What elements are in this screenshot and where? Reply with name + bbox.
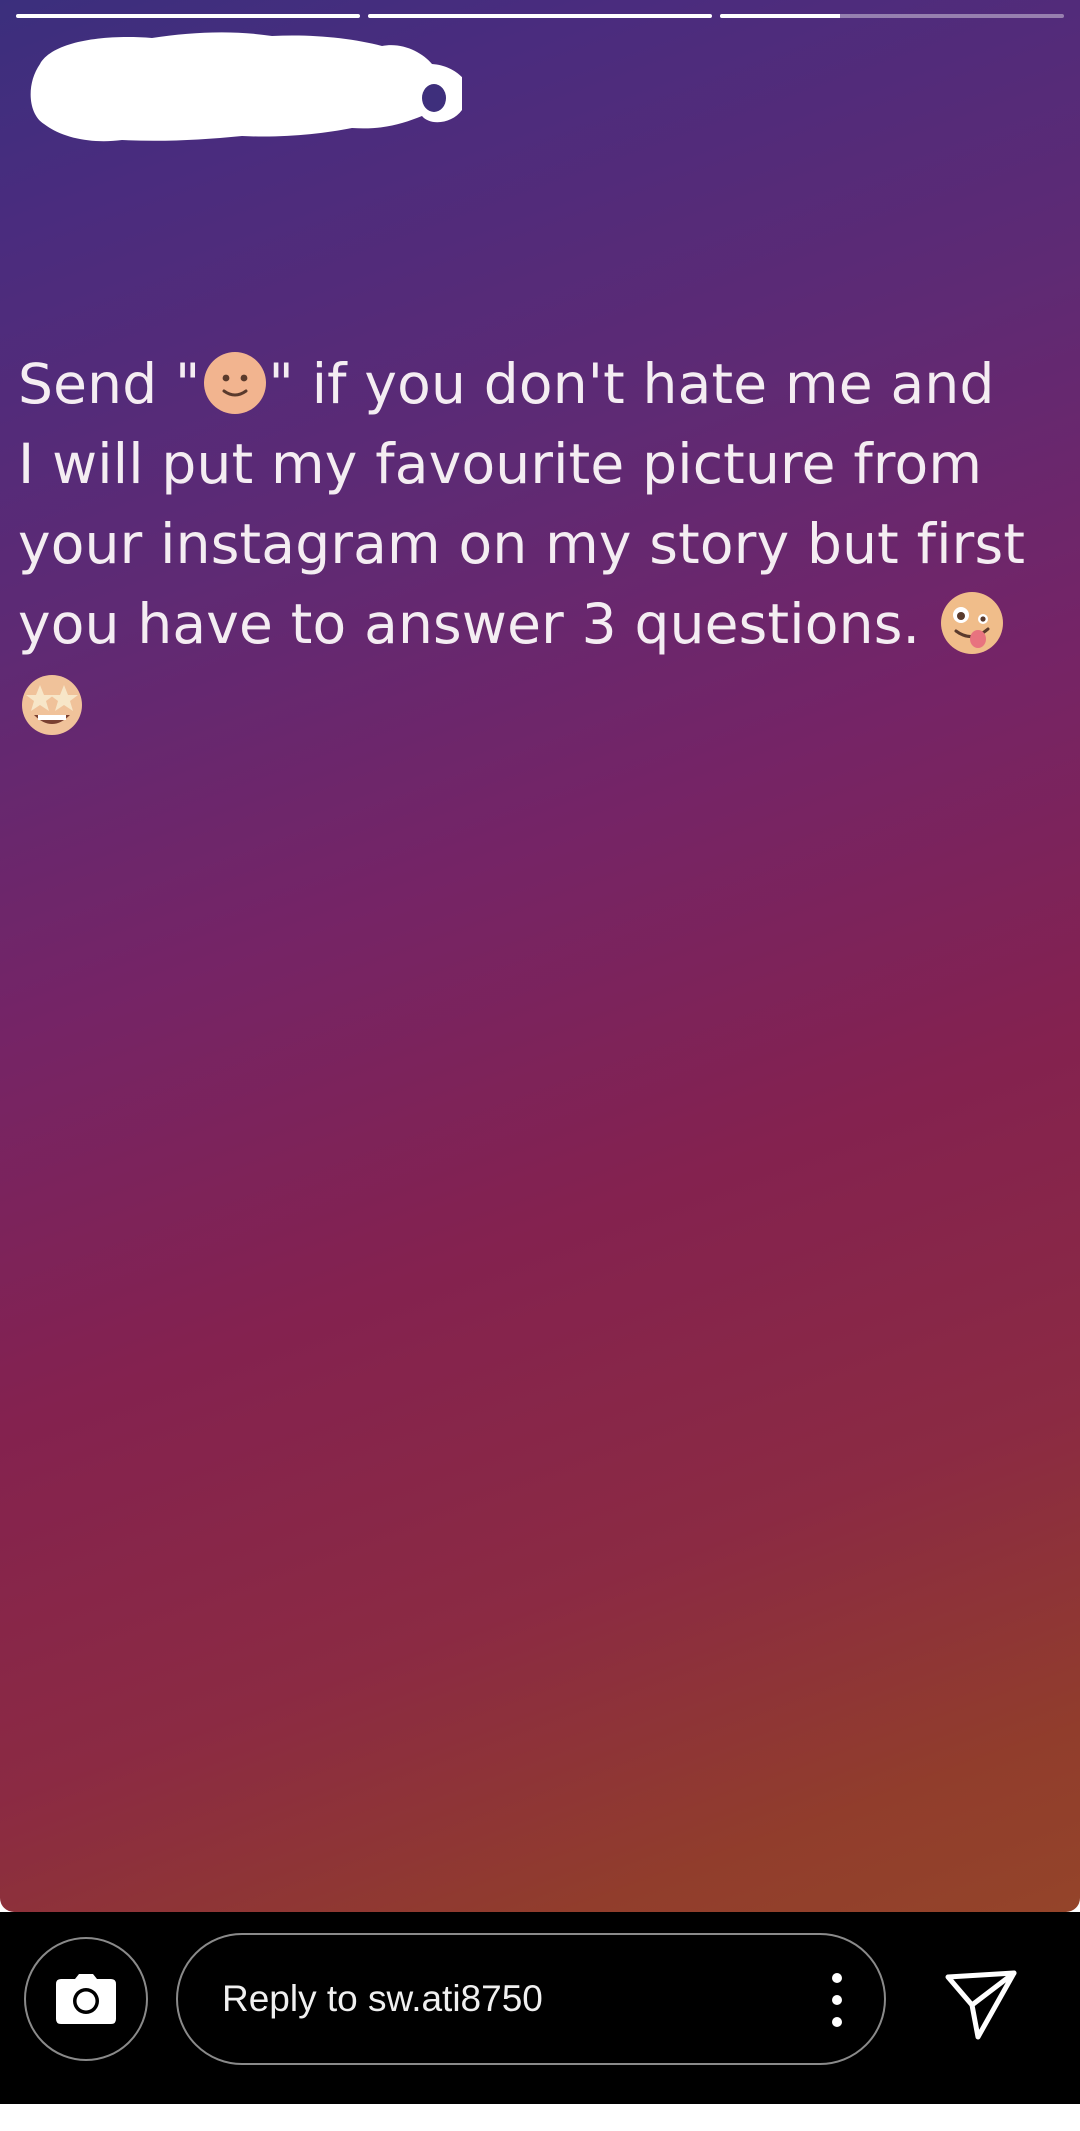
progress-fill (720, 14, 841, 18)
story-text-segment: " if you don't hate me and (268, 352, 995, 416)
more-dot (832, 1995, 842, 2005)
progress-segment (720, 14, 1064, 18)
star-struck-face-icon (22, 674, 82, 735)
reply-bar (0, 1912, 1080, 2104)
reply-field[interactable] (176, 1933, 886, 2065)
progress-fill (16, 14, 360, 18)
reply-input[interactable] (222, 1978, 742, 2020)
camera-icon (56, 1974, 116, 2024)
story-viewer[interactable]: Send " " if you don't hate me and I will … (0, 0, 1080, 1912)
story-text-line: you have to answer 3 questions. (18, 584, 1063, 664)
progress-segment (368, 14, 712, 18)
story-text-line: Send " " if you don't hate me and (18, 344, 1063, 424)
progress-segment (16, 14, 360, 18)
story-text-line: your instagram on my story but first (18, 512, 1026, 576)
camera-button[interactable] (24, 1937, 148, 2061)
redacted-username (30, 32, 462, 142)
zany-face-icon (940, 591, 1003, 654)
story-text-segment: Send " (18, 352, 201, 416)
story-text-line: I will put my favourite picture from (18, 432, 983, 496)
more-dot (832, 2017, 842, 2027)
story-screen: Send " " if you don't hate me and I will … (0, 0, 1080, 2131)
progress-fill (368, 14, 712, 18)
story-text-line (18, 664, 1063, 744)
story-progress (16, 14, 1064, 18)
bottom-strip (0, 2104, 1080, 2131)
send-icon[interactable] (944, 1967, 1018, 2041)
more-options-button[interactable] (830, 1973, 844, 2027)
slightly-smiling-face-icon (203, 351, 266, 414)
story-text-segment: you have to answer 3 questions. (18, 592, 938, 656)
story-text: Send " " if you don't hate me and I will … (18, 344, 1063, 744)
more-dot (832, 1973, 842, 1983)
